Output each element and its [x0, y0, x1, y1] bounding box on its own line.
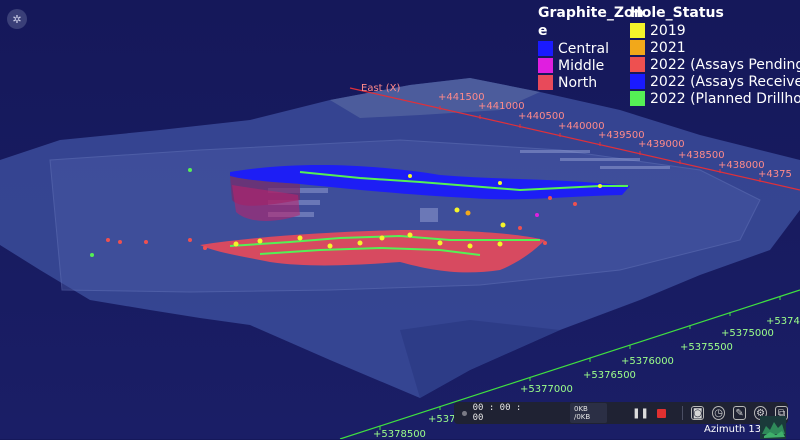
- east-axis-tick: +439000: [638, 139, 685, 150]
- draw-tools-button[interactable]: ✎: [733, 406, 747, 420]
- hole-status-legend: Hole_Status 2019 2021 2022 (Assays Pendi…: [630, 4, 800, 107]
- app-logo-button[interactable]: ✲: [7, 9, 27, 29]
- legend-item-2021: 2021: [630, 39, 798, 56]
- east-axis-title: East (X): [361, 83, 401, 94]
- east-axis-tick: +4375: [758, 169, 792, 180]
- legend-label-2019: 2019: [650, 22, 686, 39]
- graphite-zone-legend: Graphite_Zon e Central Middle North: [538, 4, 644, 91]
- legend-item-assays-received: 2022 (Assays Received): [630, 73, 800, 90]
- azimuth-readout: Azimuth 134: [704, 424, 768, 435]
- stop-icon: [657, 408, 667, 418]
- legend-label-north: North: [558, 74, 598, 91]
- status-2021-swatch: [630, 40, 645, 55]
- north-axis-tick: +5375500: [680, 342, 733, 353]
- camera-icon: ◙: [692, 407, 703, 419]
- recording-indicator: [462, 410, 467, 416]
- middle-color-swatch: [538, 58, 553, 73]
- legend-item-central: Central: [538, 40, 628, 57]
- legend-label-2021: 2021: [650, 39, 686, 56]
- legend-item-assays-pending: 2022 (Assays Pending): [630, 56, 800, 73]
- north-axis-tick: +5376000: [621, 356, 674, 367]
- north-color-swatch: [538, 75, 553, 90]
- pause-button[interactable]: ❚❚: [632, 406, 649, 420]
- toolbar-divider: [682, 406, 684, 420]
- legend-item-north: North: [538, 74, 628, 91]
- logo-icon: ✲: [12, 12, 22, 26]
- hole-status-legend-title: Hole_Status: [630, 5, 724, 21]
- legend-label-assays-received: 2022 (Assays Received): [650, 73, 800, 90]
- stop-button[interactable]: [655, 406, 668, 420]
- graphite-zone-legend-title: Graphite_Zon e: [538, 5, 644, 39]
- legend-item-2019: 2019: [630, 22, 798, 39]
- north-axis-tick: +5377000: [520, 384, 573, 395]
- screenshot-button[interactable]: ◙: [691, 406, 705, 420]
- north-axis-tick: +5378500: [373, 429, 426, 440]
- central-color-swatch: [538, 41, 553, 56]
- pause-icon: ❚❚: [632, 407, 649, 419]
- pen-icon: ✎: [735, 407, 744, 419]
- minimap-thumbnail[interactable]: [760, 416, 786, 439]
- legend-item-planned-drillhole: 2022 (Planned Drillhole): [630, 90, 800, 107]
- recording-timer: 00 : 00 : 00: [472, 403, 522, 423]
- status-assays-received-swatch: [630, 74, 645, 89]
- status-planned-drillhole-swatch: [630, 91, 645, 106]
- north-axis-tick: +5376500: [583, 370, 636, 381]
- status-2019-swatch: [630, 23, 645, 38]
- legend-label-middle: Middle: [558, 57, 605, 74]
- timer-button[interactable]: ◷: [712, 406, 726, 420]
- legend-label-planned-drillhole: 2022 (Planned Drillhole): [650, 90, 800, 107]
- status-assays-pending-swatch: [630, 57, 645, 72]
- clock-icon: ◷: [714, 407, 723, 419]
- legend-label-assays-pending: 2022 (Assays Pending): [650, 56, 800, 73]
- legend-label-central: Central: [558, 40, 609, 57]
- screen-recorder-toolbar: 00 : 00 : 00 0KB /0KB ❚❚ ◙ ◷ ✎ ⚙ ⧉: [454, 402, 789, 424]
- north-axis-tick: +5375000: [721, 328, 774, 339]
- legend-item-middle: Middle: [538, 57, 628, 74]
- north-axis-tick: +53745: [766, 316, 800, 327]
- recording-file-size: 0KB /0KB: [569, 403, 608, 423]
